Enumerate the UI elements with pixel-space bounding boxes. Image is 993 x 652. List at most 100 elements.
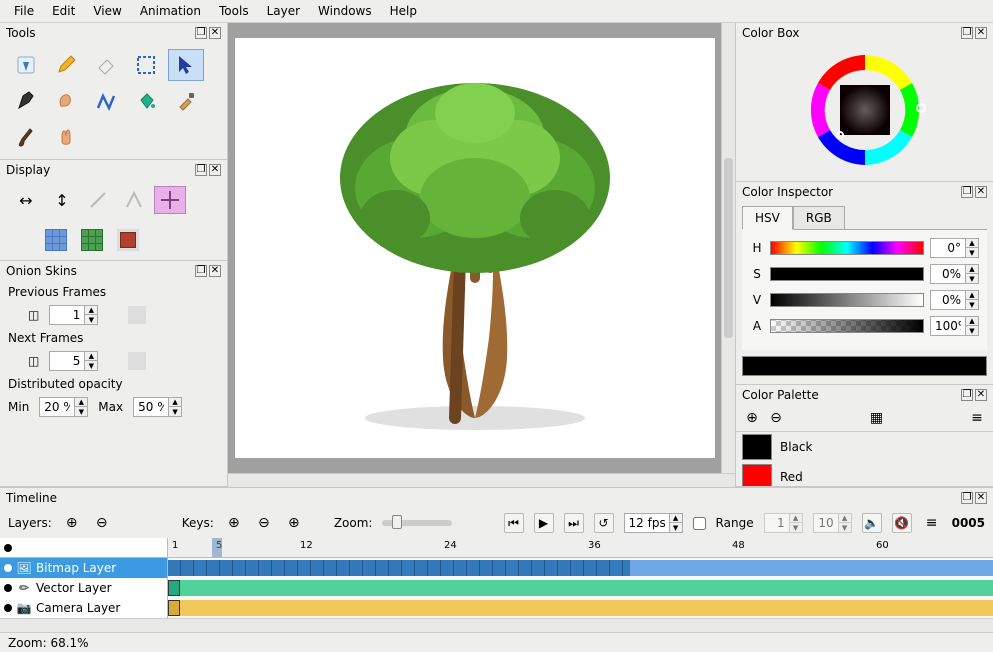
menu-windows[interactable]: Windows	[310, 2, 380, 20]
onion-prev-icon[interactable]: ◫	[28, 308, 39, 322]
palette-grid-icon[interactable]: ▦	[867, 408, 887, 428]
flip-vertical-button[interactable]: ↕	[46, 186, 78, 214]
next-color-swatch[interactable]	[128, 352, 146, 370]
fps-spinner[interactable]: ▲▼	[624, 513, 683, 533]
eraser-tool[interactable]	[88, 49, 124, 81]
palette-item[interactable]: Black	[736, 432, 993, 462]
line-angle-button[interactable]	[118, 186, 150, 214]
prev-color-swatch[interactable]	[128, 306, 146, 324]
eyedropper-tool[interactable]	[168, 85, 204, 117]
crosshair-button[interactable]	[154, 186, 186, 214]
play-end-button[interactable]: ⏭	[564, 513, 584, 533]
visibility-toggle[interactable]	[4, 604, 12, 612]
detach-icon[interactable]: ❐	[195, 265, 207, 277]
canvas-viewport[interactable]	[228, 23, 721, 473]
pencil-tool[interactable]	[48, 49, 84, 81]
layer-row-vector[interactable]: ✏ Vector Layer	[0, 578, 167, 598]
val-spinner[interactable]: ▲▼	[930, 290, 979, 310]
alpha-slider[interactable]	[770, 319, 924, 333]
tab-hsv[interactable]: HSV	[742, 206, 793, 230]
detach-icon[interactable]: ❐	[961, 492, 973, 504]
menu-file[interactable]: File	[6, 2, 42, 20]
play-start-button[interactable]: ⏮	[504, 513, 524, 533]
timeline-menu-icon[interactable]: ≡	[922, 513, 942, 533]
sat-spinner[interactable]: ▲▼	[930, 264, 979, 284]
polyline-tool[interactable]	[88, 85, 124, 117]
safe-frame-button[interactable]	[112, 226, 144, 254]
close-icon[interactable]: ✕	[975, 492, 987, 504]
menu-view[interactable]: View	[85, 2, 129, 20]
sat-slider[interactable]	[770, 267, 924, 281]
menu-edit[interactable]: Edit	[44, 2, 83, 20]
palette-item[interactable]: Red	[736, 462, 993, 486]
detach-icon[interactable]: ❐	[961, 27, 973, 39]
layer-row-bitmap[interactable]: 🖼 Bitmap Layer	[0, 558, 167, 578]
smudge-tool[interactable]	[48, 85, 84, 117]
sound-button[interactable]: 🔈	[862, 513, 882, 533]
val-slider[interactable]	[770, 293, 924, 307]
move-tool[interactable]	[168, 49, 204, 81]
timeline-ruler[interactable]: 1 5 12 24 36 48 60	[168, 538, 993, 558]
grid-green-button[interactable]	[76, 226, 108, 254]
timeline-zoom-slider[interactable]	[382, 520, 452, 526]
canvas-vertical-scrollbar[interactable]	[721, 23, 735, 473]
hue-ring-marker[interactable]	[916, 103, 926, 113]
range-checkbox[interactable]	[693, 517, 706, 530]
sv-marker[interactable]	[836, 131, 844, 139]
add-key-button[interactable]: ⊕	[224, 513, 244, 533]
visibility-toggle[interactable]	[4, 564, 12, 572]
min-opacity-spinner[interactable]: ▲▼	[39, 397, 88, 417]
menu-layer[interactable]: Layer	[259, 2, 308, 20]
pen-tool[interactable]	[8, 85, 44, 117]
mute-button[interactable]: 🔇	[892, 513, 912, 533]
menu-animation[interactable]: Animation	[132, 2, 209, 20]
canvas[interactable]	[235, 38, 715, 458]
flip-horizontal-button[interactable]: ↔	[10, 186, 42, 214]
color-wheel[interactable]	[806, 51, 924, 169]
playhead[interactable]	[212, 538, 222, 557]
hue-spinner[interactable]: ▲▼	[930, 238, 979, 258]
detach-icon[interactable]: ❐	[195, 27, 207, 39]
grid-blue-button[interactable]	[40, 226, 72, 254]
detach-icon[interactable]: ❐	[961, 389, 973, 401]
track-camera[interactable]	[168, 598, 993, 618]
keyframe[interactable]	[168, 600, 180, 616]
timeline-horizontal-scrollbar[interactable]	[0, 618, 993, 632]
visibility-toggle[interactable]	[4, 584, 12, 592]
bucket-tool[interactable]	[128, 85, 164, 117]
remove-layer-button[interactable]: ⊖	[92, 513, 112, 533]
close-icon[interactable]: ✕	[975, 389, 987, 401]
next-frames-spinner[interactable]: ▲▼	[49, 351, 98, 371]
alpha-spinner[interactable]: ▲▼	[930, 316, 979, 336]
close-icon[interactable]: ✕	[975, 186, 987, 198]
remove-key-button[interactable]: ⊖	[254, 513, 274, 533]
hue-slider[interactable]	[770, 241, 924, 255]
marquee-tool[interactable]	[128, 49, 164, 81]
tab-rgb[interactable]: RGB	[793, 206, 845, 230]
onion-next-icon[interactable]: ◫	[28, 354, 39, 368]
detach-icon[interactable]: ❐	[195, 164, 207, 176]
brush-tool[interactable]	[8, 121, 44, 153]
add-color-button[interactable]: ⊕	[742, 408, 762, 428]
prev-frames-spinner[interactable]: ▲▼	[49, 305, 98, 325]
range-end-spinner[interactable]: ▲▼	[813, 513, 852, 533]
menu-tools[interactable]: Tools	[211, 2, 257, 20]
keyframe[interactable]	[168, 580, 180, 596]
layer-row-camera[interactable]: 📷 Camera Layer	[0, 598, 167, 618]
close-icon[interactable]: ✕	[209, 27, 221, 39]
max-opacity-spinner[interactable]: ▲▼	[133, 397, 182, 417]
remove-color-button[interactable]: ⊖	[766, 408, 786, 428]
duplicate-key-button[interactable]: ⊕	[284, 513, 304, 533]
loop-button[interactable]: ↺	[594, 513, 614, 533]
line-thin-button[interactable]	[82, 186, 114, 214]
play-button[interactable]: ▶	[534, 513, 554, 533]
add-layer-button[interactable]: ⊕	[62, 513, 82, 533]
track-area[interactable]: 1 5 12 24 36 48 60	[168, 538, 993, 618]
close-icon[interactable]: ✕	[209, 164, 221, 176]
hand-tool[interactable]	[48, 121, 84, 153]
clear-tool[interactable]	[8, 49, 44, 81]
detach-icon[interactable]: ❐	[961, 186, 973, 198]
close-icon[interactable]: ✕	[209, 265, 221, 277]
range-start-spinner[interactable]: ▲▼	[764, 513, 803, 533]
track-vector[interactable]	[168, 578, 993, 598]
